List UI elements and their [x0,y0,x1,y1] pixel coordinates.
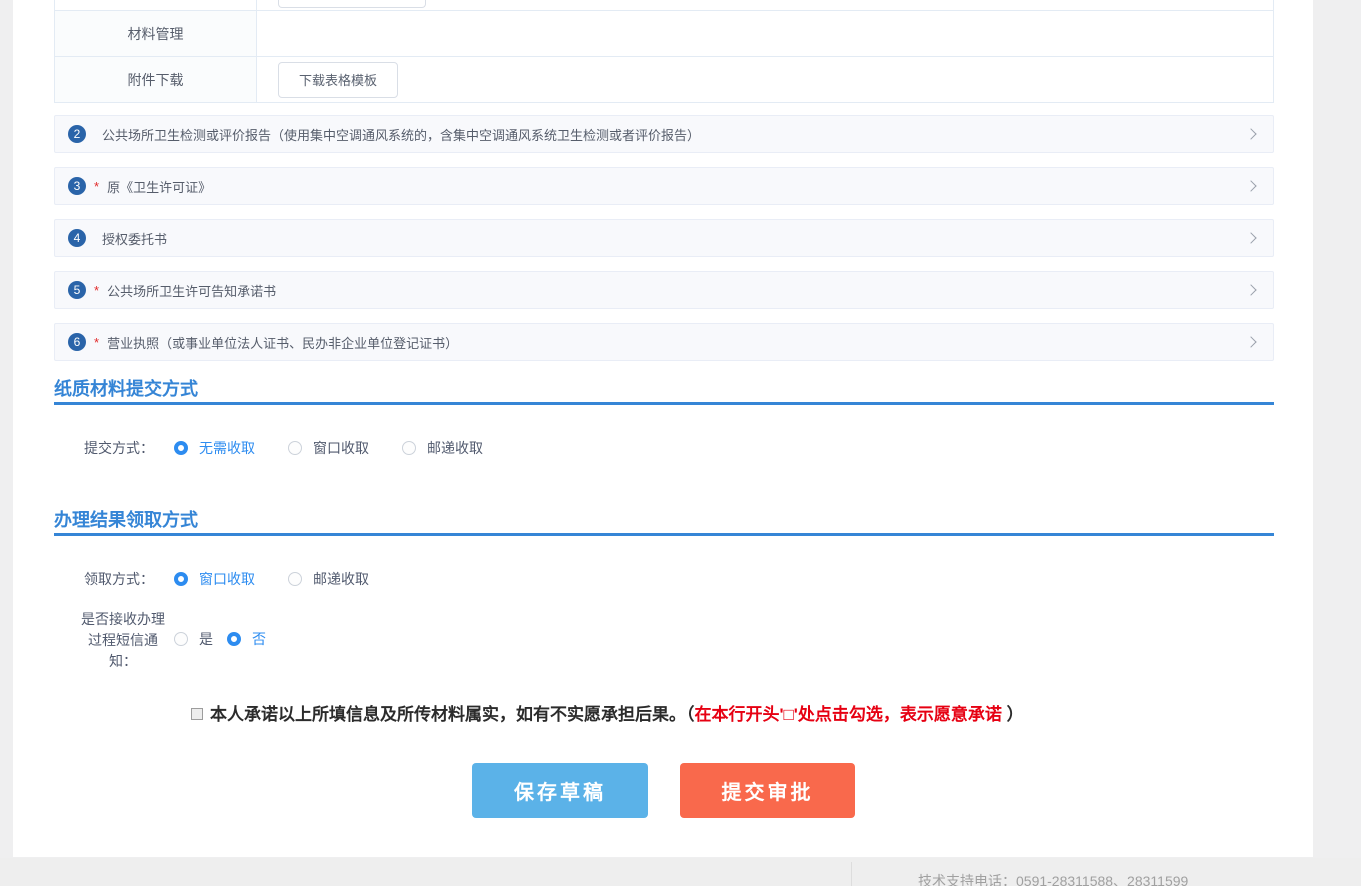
table-row-material-management: 材料管理 [55,11,1273,57]
table-row-attachment-download: 附件下载 下载表格模板 [55,57,1273,103]
submit-approval-button[interactable]: 提交审批 [680,763,855,818]
accordion-item-5[interactable]: 5 * 公共场所卫生许可告知承诺书 [54,271,1274,309]
accordion-number-badge: 4 [68,229,86,247]
radio-option-label: 否 [252,629,266,649]
material-management-label: 材料管理 [55,11,257,56]
radio-icon[interactable] [288,572,302,586]
material-management-content [257,11,1273,56]
radio-option-label: 邮递收取 [427,438,483,458]
radio-option-no-collection[interactable]: 无需收取 [174,438,255,458]
footer-support-phone: 技术支持电话：0591-28311588、28311599 [918,873,1188,886]
commitment-checkbox[interactable] [191,708,203,720]
radio-option-label: 窗口收取 [313,438,369,458]
required-asterisk: * [94,179,99,194]
chevron-right-icon [1245,180,1256,191]
radio-option-label: 是 [199,629,213,649]
partial-input-bottom[interactable] [278,0,426,8]
accordion-title: 授权委托书 [102,229,167,248]
sms-notify-label: 是否接收办理过程短信通知： [77,609,169,672]
table-row-partial [55,0,1273,11]
radio-option-window-collection[interactable]: 窗口收取 [288,438,369,458]
accordion-number-badge: 3 [68,177,86,195]
radio-icon[interactable] [174,632,188,646]
chevron-right-icon [1245,284,1256,295]
radio-option-mail-collection[interactable]: 邮递收取 [402,438,483,458]
chevron-right-icon [1245,336,1256,347]
radio-option-no[interactable]: 否 [227,629,266,649]
radio-icon[interactable] [402,441,416,455]
radio-icon[interactable] [174,572,188,586]
accordion-number-badge: 6 [68,333,86,351]
footer-divider [851,862,852,886]
submission-method-label: 提交方式： [54,438,154,458]
accordion-item-6[interactable]: 6 * 营业执照（或事业单位法人证书、民办非企业单位登记证书） [54,323,1274,361]
commitment-row: 本人承诺以上所填信息及所传材料属实，如有不实愿承担后果。（在本行开头'□'处点击… [191,704,1024,726]
radio-icon[interactable] [227,632,241,646]
required-asterisk: * [94,335,99,350]
commitment-text-end: ） [1002,705,1024,724]
accordion-title: 公共场所卫生检测或评价报告（使用集中空调通风系统的，含集中空调通风系统卫生检测或… [102,125,700,144]
commitment-text: 本人承诺以上所填信息及所传材料属实，如有不实愿承担后果。（在本行开头'□'处点击… [210,704,1024,726]
accordion-number-badge: 5 [68,281,86,299]
radio-option-label: 邮递收取 [313,569,369,589]
download-template-button[interactable]: 下载表格模板 [278,62,398,98]
radio-icon[interactable] [174,441,188,455]
radio-option-window-pickup[interactable]: 窗口收取 [174,569,255,589]
radio-icon[interactable] [288,441,302,455]
radio-group-sms: 是 否 [174,631,266,647]
section-rule [54,533,1274,536]
radio-option-label: 窗口收取 [199,569,255,589]
section-rule [54,402,1274,405]
chevron-right-icon [1245,232,1256,243]
radio-group-submission: 提交方式： 无需收取 窗口收取 邮递收取 [54,440,516,456]
material-table: 材料管理 附件下载 下载表格模板 [54,0,1274,103]
accordion-title: 营业执照（或事业单位法人证书、民办非企业单位登记证书） [107,333,458,352]
commitment-text-black: 本人承诺以上所填信息及所传材料属实，如有不实愿承担后果。（ [210,705,695,724]
attachment-download-label: 附件下载 [55,57,257,102]
radio-option-yes[interactable]: 是 [174,629,213,649]
save-draft-button[interactable]: 保存草稿 [472,763,648,818]
accordion-number-badge: 2 [68,125,86,143]
radio-option-mail-pickup[interactable]: 邮递收取 [288,569,369,589]
radio-option-label: 无需收取 [199,438,255,458]
accordion-title: 原《卫生许可证》 [107,177,211,196]
page-root: 材料管理 附件下载 下载表格模板 2 公共场所卫生检测或评价报告（使用集中空调通… [0,0,1361,886]
partial-label-cell [55,0,257,10]
radio-group-collection: 领取方式： 窗口收取 邮递收取 [54,571,402,587]
collection-method-label: 领取方式： [54,569,154,589]
accordion-item-4[interactable]: 4 授权委托书 [54,219,1274,257]
accordion-title: 公共场所卫生许可告知承诺书 [107,281,276,300]
chevron-right-icon [1245,128,1256,139]
required-asterisk: * [94,283,99,298]
accordion-item-3[interactable]: 3 * 原《卫生许可证》 [54,167,1274,205]
section-title-result-collection: 办理结果领取方式 [54,506,198,532]
accordion-item-2[interactable]: 2 公共场所卫生检测或评价报告（使用集中空调通风系统的，含集中空调通风系统卫生检… [54,115,1274,153]
section-title-paper-submission: 纸质材料提交方式 [54,375,198,401]
commitment-text-red: 在本行开头'□'处点击勾选，表示愿意承诺 [695,705,1002,724]
